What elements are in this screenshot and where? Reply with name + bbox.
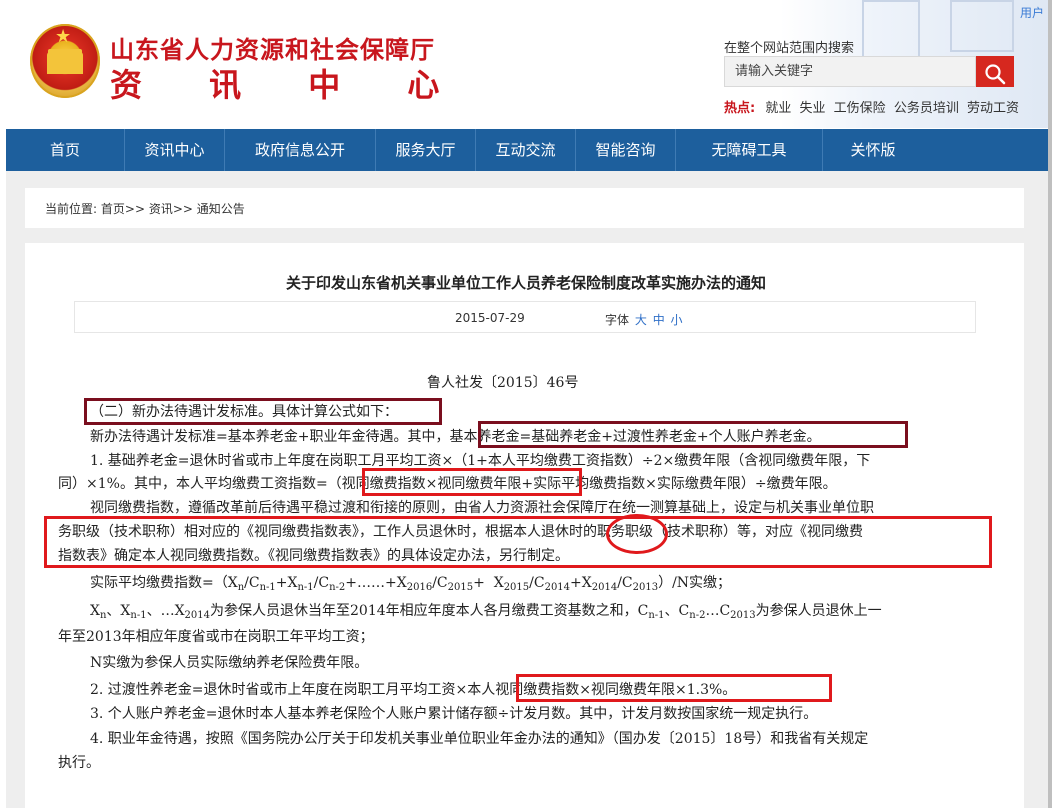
formula-subscript: 2014	[184, 610, 210, 621]
formula-term: 、…X	[146, 603, 185, 619]
formula-term: /C	[529, 575, 545, 591]
formula-subscript: n-2	[329, 582, 346, 593]
annotation-box	[84, 398, 442, 425]
article-paragraph: 年至2013年相应年度省或市在岗职工年平均工资；	[58, 629, 374, 645]
annotation-box	[44, 516, 992, 568]
doc-number: 鲁人社发〔2015〕46号	[427, 375, 579, 391]
article-paragraph: N实缴为参保人员实际缴纳养老保险费年限。	[90, 655, 369, 671]
formula-subscript: 2014	[591, 582, 618, 593]
article-paragraph: 执行。	[58, 755, 100, 771]
annotation-box	[478, 421, 908, 448]
formula-term: /C	[432, 575, 448, 591]
formula-subscript: n-1	[259, 582, 276, 593]
formula-subscript: n-2	[689, 610, 706, 621]
formula-subscript: n-1	[297, 582, 314, 593]
formula-subscript: 2013	[632, 582, 659, 593]
formula-term: …C	[705, 603, 731, 619]
formula-subscript: 2013	[730, 610, 756, 621]
variable-definition: Xn、Xn-1、…X2014为参保人员退休当年至2014年相应年度本人各月缴费工…	[90, 600, 882, 627]
formula-term: +X	[570, 575, 592, 591]
annotation-box	[362, 468, 582, 496]
formula-subscript: 2014	[544, 582, 571, 593]
formula-subscript: n-1	[648, 610, 665, 621]
scrollbar[interactable]	[1048, 0, 1052, 808]
formula-term: /C	[244, 575, 260, 591]
formula-label: 实际平均缴费指数=	[90, 575, 214, 591]
annotation-box	[516, 674, 832, 702]
formula-term: 、C	[664, 603, 690, 619]
formula-line: 实际平均缴费指数=（Xn/Cn-1+Xn-1/Cn-2+……+X2016/C20…	[90, 572, 731, 599]
formula-term: + X	[473, 575, 504, 591]
formula-term: 为参保人员退休当年至2014年相应年度本人各月缴费工资基数之和，C	[210, 603, 649, 619]
formula-term: 、X	[106, 603, 131, 619]
formula-term: /C	[617, 575, 633, 591]
formula-subscript: 2016	[406, 582, 433, 593]
formula-subscript: 2015	[447, 582, 474, 593]
formula-term: X	[90, 603, 100, 619]
formula-term: +……+X	[345, 575, 407, 591]
formula-subscript: 2015	[503, 582, 530, 593]
formula-subscript: n-1	[130, 610, 147, 621]
formula-term: （X	[213, 575, 238, 591]
article-paragraph: 3. 个人账户养老金=退休时本人基本养老保险个人账户累计储存额÷计发月数。其中，…	[90, 706, 818, 722]
annotation-circle	[606, 514, 668, 554]
formula-term: 为参保人员退休上一	[755, 603, 882, 619]
article-paragraph: 4. 职业年金待遇，按照《国务院办公厅关于印发机关事业单位职业年金办法的通知》（…	[90, 731, 869, 747]
formula-term: /C	[313, 575, 330, 591]
formula-term: +X	[275, 575, 298, 591]
formula-term: ）/N实缴；	[658, 575, 732, 591]
